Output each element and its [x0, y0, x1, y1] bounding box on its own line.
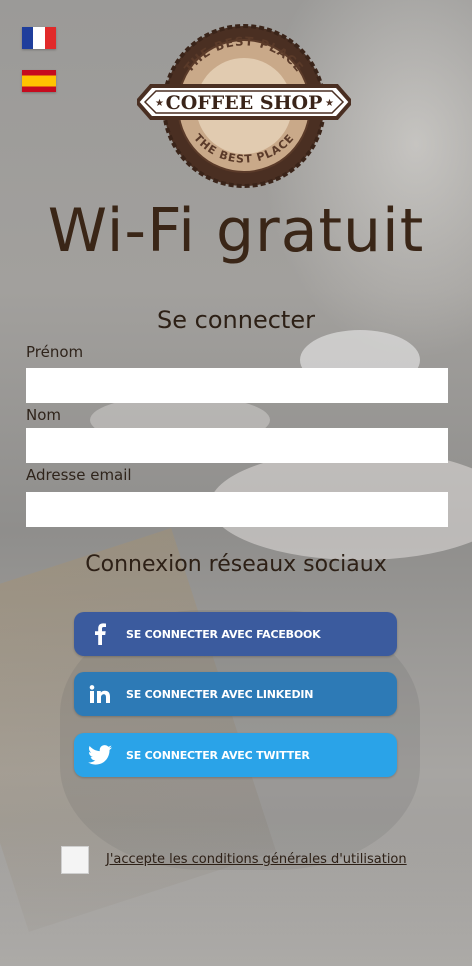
linkedin-icon: [74, 685, 126, 703]
first-name-label: Prénom: [26, 343, 84, 361]
linkedin-login-button[interactable]: SE CONNECTER AVEC LINKEDIN: [74, 672, 397, 716]
logo-main-text: COFFEE SHOP: [166, 92, 323, 114]
last-name-label: Nom: [26, 406, 62, 424]
twitter-login-button[interactable]: SE CONNECTER AVEC TWITTER: [74, 733, 397, 777]
svg-text:★: ★: [155, 98, 164, 109]
twitter-login-label: SE CONNECTER AVEC TWITTER: [126, 748, 310, 762]
last-name-input[interactable]: [26, 428, 448, 463]
login-heading: Se connecter: [157, 306, 315, 334]
twitter-icon: [74, 745, 126, 765]
linkedin-login-label: SE CONNECTER AVEC LINKEDIN: [126, 687, 314, 701]
facebook-icon: [74, 623, 126, 645]
terms-checkbox[interactable]: [61, 846, 89, 874]
social-login-heading: Connexion réseaux sociaux: [85, 552, 387, 577]
email-input[interactable]: [26, 492, 448, 527]
email-label: Adresse email: [26, 466, 132, 484]
terms-link[interactable]: J'accepte les conditions générales d'uti…: [106, 852, 407, 867]
page-title: Wi-Fi gratuit: [47, 196, 425, 266]
facebook-login-label: SE CONNECTER AVEC FACEBOOK: [126, 627, 321, 641]
svg-text:★: ★: [325, 98, 334, 109]
france-flag-icon[interactable]: [22, 27, 56, 49]
first-name-input[interactable]: [26, 368, 448, 403]
coffee-shop-logo: THE BEST PLACE THE BEST PLACE ★ ★ COFFEE…: [137, 24, 351, 188]
spain-flag-icon[interactable]: [22, 70, 56, 92]
facebook-login-button[interactable]: SE CONNECTER AVEC FACEBOOK: [74, 612, 397, 656]
